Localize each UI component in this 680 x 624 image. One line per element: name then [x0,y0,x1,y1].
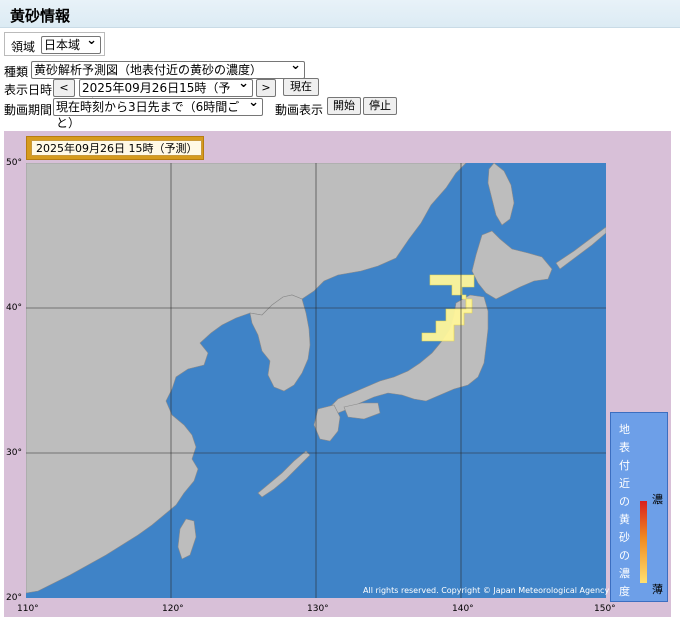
period-select-value: 現在時刻から3日先まで（6時間ごと） [56,100,240,130]
stop-button[interactable]: 停止 [363,97,397,115]
legend-title: 地表付近の黄砂の濃度 [619,423,630,598]
period-select[interactable]: 現在時刻から3日先まで（6時間ごと） [53,95,263,130]
dust-map[interactable] [26,163,606,598]
lon-label-130: 130° [307,604,329,614]
region-select-value: 日本域 [44,38,81,52]
datetime-label: 表示日時 [4,83,53,97]
legend-low-label: 薄 [652,583,663,596]
time-badge: 2025年09月26日 15時（予測） [26,136,204,160]
region-box: 領域 日本域 [4,32,105,56]
map-svg [26,163,606,598]
type-select-value: 黄砂解析予測図（地表付近の黄砂の濃度） [34,63,263,77]
time-badge-text: 2025年09月26日 15時（予測） [31,140,203,156]
start-button[interactable]: 開始 [327,97,361,115]
lat-label-40: 40° [6,303,22,313]
lat-label-20: 20° [6,593,22,603]
datetime-select[interactable]: 2025年09月26日15時（予測） [79,76,253,111]
period-label: 動画期間 [4,103,53,117]
page-title: 黄砂情報 [10,7,71,25]
legend-high-label: 濃 [652,493,663,506]
lon-label-120: 120° [162,604,184,614]
anim-label: 動画表示 [275,103,324,117]
type-label: 種類 [4,65,29,79]
type-select[interactable]: 黄砂解析予測図（地表付近の黄砂の濃度） [31,58,305,79]
region-select[interactable]: 日本域 [41,33,101,54]
lon-label-150: 150° [594,604,616,614]
region-label: 領域 [11,40,36,54]
legend-color-bar [640,501,647,583]
lon-label-140: 140° [452,604,474,614]
prev-time-button[interactable]: < [53,79,75,97]
now-button[interactable]: 現在 [283,78,319,96]
title-bar: 黄砂情報 [0,0,680,28]
lat-label-50: 50° [6,158,22,168]
copyright-credit: All rights reserved. Copyright © Japan M… [363,586,610,595]
concentration-legend: 地表付近の黄砂の濃度 濃 薄 [610,412,668,602]
next-time-button[interactable]: > [256,79,276,97]
lat-label-30: 30° [6,448,22,458]
lon-label-110: 110° [17,604,39,614]
